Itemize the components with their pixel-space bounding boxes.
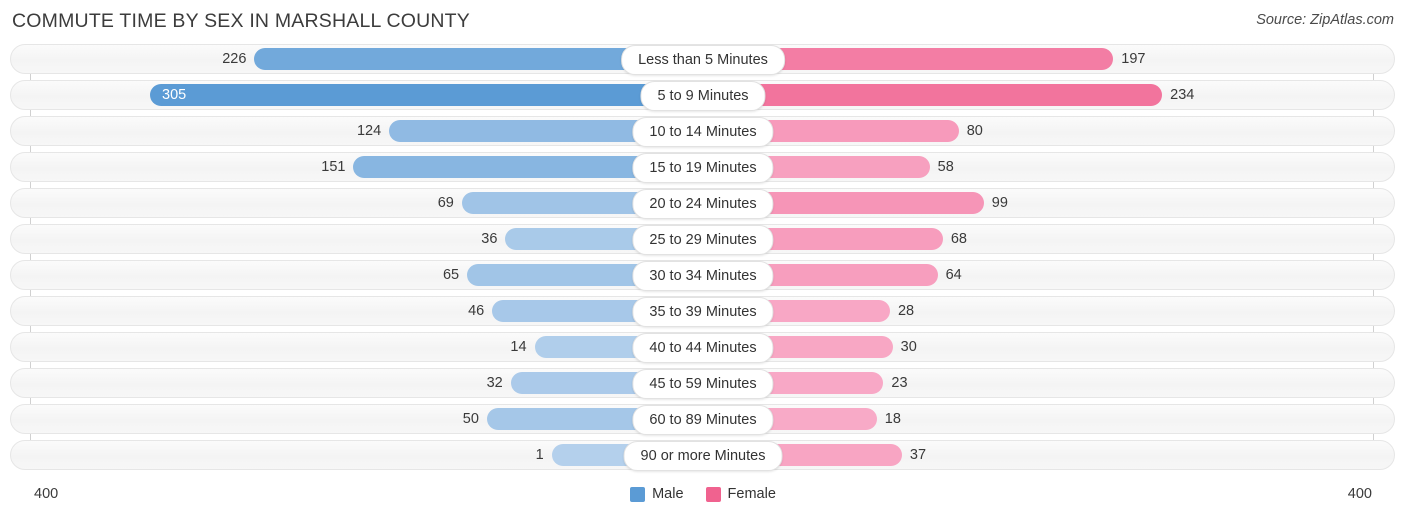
value-label-male: 69: [437, 195, 454, 211]
value-label-female: 28: [897, 303, 915, 319]
value-label-male: 151: [321, 159, 346, 175]
value-label-female: 58: [937, 159, 954, 175]
chart-row: 32 23 45 to 59 Minutes: [0, 368, 1406, 399]
value-label-male: 14: [510, 339, 527, 355]
chart-row: 46 28 35 to 39 Minutes: [0, 296, 1406, 327]
value-label-female: 197: [1121, 51, 1146, 67]
value-label-female: 37: [909, 447, 927, 463]
category-label: Less than 5 Minutes: [621, 45, 785, 75]
chart-row: 14 30 40 to 44 Minutes: [0, 332, 1406, 363]
value-label-female: 80: [966, 123, 983, 139]
value-label-female: 30: [900, 339, 917, 355]
source-attribution: Source: ZipAtlas.com: [1256, 12, 1394, 28]
value-label-male: 1: [535, 447, 544, 463]
chart-row: 124 80 10 to 14 Minutes: [0, 116, 1406, 147]
category-label: 15 to 19 Minutes: [632, 153, 774, 183]
value-label-female: 99: [991, 195, 1008, 211]
legend-label: Male: [652, 486, 684, 502]
chart-row: 151 58 15 to 19 Minutes: [0, 152, 1406, 183]
value-label-male: 65: [442, 267, 460, 283]
category-label: 10 to 14 Minutes: [632, 117, 774, 147]
chart-row: 226 197 Less than 5 Minutes: [0, 44, 1406, 75]
value-label-male: 36: [481, 231, 498, 247]
category-label: 60 to 89 Minutes: [632, 405, 774, 435]
legend-swatch-icon: [630, 486, 646, 502]
legend-swatch-icon: [705, 486, 721, 502]
category-label: 5 to 9 Minutes: [640, 81, 766, 111]
value-label-female: 64: [945, 267, 962, 283]
value-label-male: 124: [356, 123, 382, 139]
value-label-male: 46: [468, 303, 485, 319]
category-label: 90 or more Minutes: [623, 441, 783, 471]
chart-row: 65 64 30 to 34 Minutes: [0, 260, 1406, 291]
value-label-female: 18: [884, 411, 901, 427]
value-label-male: 305: [162, 87, 187, 103]
chart-legend: Male Female: [0, 486, 1406, 502]
chart-row: 69 99 20 to 24 Minutes: [0, 188, 1406, 219]
category-label: 20 to 24 Minutes: [632, 189, 774, 219]
value-label-male: 32: [486, 375, 503, 391]
category-label: 30 to 34 Minutes: [632, 261, 774, 291]
chart-row: 36 68 25 to 29 Minutes: [0, 224, 1406, 255]
bar-male: [150, 84, 703, 106]
value-label-female: 234: [1170, 87, 1195, 103]
legend-item[interactable]: Female: [705, 486, 776, 502]
value-label-female: 23: [891, 375, 908, 391]
value-label-male: 226: [222, 51, 247, 67]
value-label-male: 50: [462, 411, 479, 427]
chart-row: 50 18 60 to 89 Minutes: [0, 404, 1406, 435]
category-label: 35 to 39 Minutes: [632, 297, 774, 327]
chart-plot-area: 226 197 Less than 5 Minutes 305 234 5 to 9 Mi…: [0, 44, 1406, 482]
bar-female: [703, 84, 1163, 106]
category-label: 45 to 59 Minutes: [632, 369, 774, 399]
category-label: 25 to 29 Minutes: [632, 225, 774, 255]
chart-row: 1 37 90 or more Minutes: [0, 440, 1406, 471]
chart-rows: 226 197 Less than 5 Minutes 305 234 5 to 9 Mi…: [0, 44, 1406, 476]
value-label-female: 68: [950, 231, 967, 247]
chart-footer: 400 400 Male Female: [0, 482, 1406, 522]
legend-item[interactable]: Male: [630, 486, 684, 502]
chart-header: COMMUTE TIME BY SEX IN MARSHALL COUNTY S…: [0, 0, 1406, 44]
legend-label: Female: [727, 486, 776, 502]
category-label: 40 to 44 Minutes: [632, 333, 774, 363]
chart-row: 305 234 5 to 9 Minutes: [0, 80, 1406, 111]
page-title: COMMUTE TIME BY SEX IN MARSHALL COUNTY: [12, 10, 470, 32]
